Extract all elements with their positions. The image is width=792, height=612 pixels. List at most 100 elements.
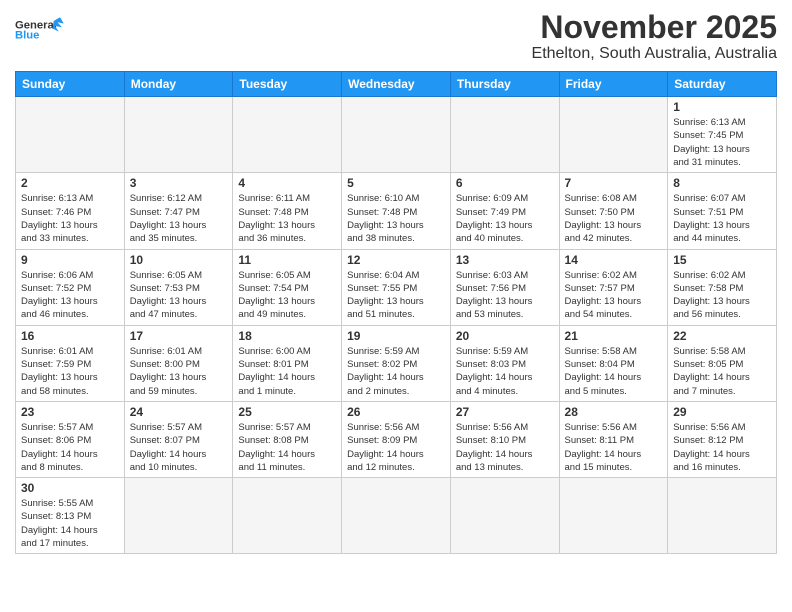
calendar-cell: 3 Sunrise: 6:12 AMSunset: 7:47 PMDaylight… [124,173,233,249]
day-number: 23 [21,405,119,419]
calendar-cell: 11 Sunrise: 6:05 AMSunset: 7:54 PMDayligh… [233,249,342,325]
day-number: 3 [130,176,228,190]
day-number: 16 [21,329,119,343]
calendar-day-header: Friday [559,72,668,97]
day-info: Sunrise: 6:08 AMSunset: 7:50 PMDaylight:… [565,192,663,245]
calendar-cell [16,97,125,173]
day-number: 5 [347,176,445,190]
day-number: 13 [456,253,554,267]
calendar-cell [124,478,233,554]
calendar-cell: 19Sunrise: 5:59 AMSunset: 8:02 PMDayligh… [342,325,451,401]
calendar-day-header: Monday [124,72,233,97]
day-info: Sunrise: 5:58 AMSunset: 8:05 PMDaylight:… [673,345,771,398]
calendar-cell: 16 Sunrise: 6:01 AMSunset: 7:59 PMDayligh… [16,325,125,401]
calendar-cell: 2Sunrise: 6:13 AMSunset: 7:46 PMDaylight… [16,173,125,249]
calendar-cell [233,478,342,554]
day-number: 19 [347,329,445,343]
day-number: 6 [456,176,554,190]
day-info: Sunrise: 5:56 AMSunset: 8:11 PMDaylight:… [565,421,663,474]
day-number: 29 [673,405,771,419]
day-number: 26 [347,405,445,419]
calendar-day-header: Sunday [16,72,125,97]
day-info: Sunrise: 6:10 AMSunset: 7:48 PMDaylight:… [347,192,445,245]
calendar-cell: 8 Sunrise: 6:07 AMSunset: 7:51 PMDaylight… [668,173,777,249]
logo: General Blue [15,15,65,45]
calendar-cell: 14Sunrise: 6:02 AMSunset: 7:57 PMDayligh… [559,249,668,325]
calendar-cell: 21 Sunrise: 5:58 AMSunset: 8:04 PMDayligh… [559,325,668,401]
day-info: Sunrise: 6:03 AMSunset: 7:56 PMDaylight:… [456,269,554,322]
calendar-cell: 26 Sunrise: 5:56 AMSunset: 8:09 PMDayligh… [342,401,451,477]
calendar-cell: 17 Sunrise: 6:01 AMSunset: 8:00 PMDayligh… [124,325,233,401]
page-header: General Blue November 2025 Ethelton, Sou… [15,10,777,63]
day-info: Sunrise: 6:05 AMSunset: 7:54 PMDaylight:… [238,269,336,322]
day-info: Sunrise: 6:07 AMSunset: 7:51 PMDaylight:… [673,192,771,245]
day-number: 15 [673,253,771,267]
logo-icon: General Blue [15,15,65,45]
calendar-day-header: Saturday [668,72,777,97]
day-info: Sunrise: 6:01 AMSunset: 8:00 PMDaylight:… [130,345,228,398]
calendar-cell: 20 Sunrise: 5:59 AMSunset: 8:03 PMDayligh… [450,325,559,401]
calendar-cell [233,97,342,173]
calendar-day-header: Thursday [450,72,559,97]
day-info: Sunrise: 5:57 AMSunset: 8:06 PMDaylight:… [21,421,119,474]
day-info: Sunrise: 6:13 AMSunset: 7:45 PMDaylight:… [673,116,771,169]
day-info: Sunrise: 6:12 AMSunset: 7:47 PMDaylight:… [130,192,228,245]
calendar-cell: 12Sunrise: 6:04 AMSunset: 7:55 PMDayligh… [342,249,451,325]
day-number: 4 [238,176,336,190]
calendar-cell: 23 Sunrise: 5:57 AMSunset: 8:06 PMDayligh… [16,401,125,477]
day-number: 18 [238,329,336,343]
calendar-cell: 22 Sunrise: 5:58 AMSunset: 8:05 PMDayligh… [668,325,777,401]
day-info: Sunrise: 5:55 AMSunset: 8:13 PMDaylight:… [21,497,119,550]
day-info: Sunrise: 5:56 AMSunset: 8:12 PMDaylight:… [673,421,771,474]
day-info: Sunrise: 5:57 AMSunset: 8:07 PMDaylight:… [130,421,228,474]
day-number: 11 [238,253,336,267]
calendar-day-header: Tuesday [233,72,342,97]
day-info: Sunrise: 6:01 AMSunset: 7:59 PMDaylight:… [21,345,119,398]
calendar-cell [559,478,668,554]
calendar-cell: 24 Sunrise: 5:57 AMSunset: 8:07 PMDayligh… [124,401,233,477]
calendar-cell [668,478,777,554]
day-number: 9 [21,253,119,267]
calendar-cell: 29 Sunrise: 5:56 AMSunset: 8:12 PMDayligh… [668,401,777,477]
day-info: Sunrise: 5:59 AMSunset: 8:03 PMDaylight:… [456,345,554,398]
calendar-cell: 4 Sunrise: 6:11 AMSunset: 7:48 PMDaylight… [233,173,342,249]
day-number: 20 [456,329,554,343]
calendar-cell [342,97,451,173]
calendar-cell: 28Sunrise: 5:56 AMSunset: 8:11 PMDayligh… [559,401,668,477]
day-info: Sunrise: 5:56 AMSunset: 8:09 PMDaylight:… [347,421,445,474]
day-info: Sunrise: 6:06 AMSunset: 7:52 PMDaylight:… [21,269,119,322]
day-info: Sunrise: 6:11 AMSunset: 7:48 PMDaylight:… [238,192,336,245]
title-block: November 2025 Ethelton, South Australia,… [532,10,777,63]
day-info: Sunrise: 6:04 AMSunset: 7:55 PMDaylight:… [347,269,445,322]
calendar-cell: 25Sunrise: 5:57 AMSunset: 8:08 PMDayligh… [233,401,342,477]
day-number: 17 [130,329,228,343]
calendar-cell [559,97,668,173]
calendar-day-header: Wednesday [342,72,451,97]
calendar-cell: 9 Sunrise: 6:06 AMSunset: 7:52 PMDaylight… [16,249,125,325]
page-title: November 2025 [532,10,777,45]
day-number: 21 [565,329,663,343]
calendar-cell [342,478,451,554]
day-number: 8 [673,176,771,190]
day-info: Sunrise: 6:00 AMSunset: 8:01 PMDaylight:… [238,345,336,398]
calendar-cell: 15 Sunrise: 6:02 AMSunset: 7:58 PMDayligh… [668,249,777,325]
day-number: 10 [130,253,228,267]
day-number: 30 [21,481,119,495]
calendar-table: SundayMondayTuesdayWednesdayThursdayFrid… [15,71,777,554]
day-number: 24 [130,405,228,419]
calendar-cell: 13 Sunrise: 6:03 AMSunset: 7:56 PMDayligh… [450,249,559,325]
calendar-cell: 30 Sunrise: 5:55 AMSunset: 8:13 PMDayligh… [16,478,125,554]
calendar-cell: 7 Sunrise: 6:08 AMSunset: 7:50 PMDaylight… [559,173,668,249]
page-subtitle: Ethelton, South Australia, Australia [532,45,777,63]
day-info: Sunrise: 5:58 AMSunset: 8:04 PMDaylight:… [565,345,663,398]
day-number: 7 [565,176,663,190]
calendar-cell [450,97,559,173]
day-info: Sunrise: 6:02 AMSunset: 7:58 PMDaylight:… [673,269,771,322]
svg-text:Blue: Blue [15,29,39,41]
day-number: 22 [673,329,771,343]
day-number: 25 [238,405,336,419]
day-number: 27 [456,405,554,419]
calendar-cell: 6Sunrise: 6:09 AMSunset: 7:49 PMDaylight… [450,173,559,249]
day-info: Sunrise: 6:13 AMSunset: 7:46 PMDaylight:… [21,192,119,245]
calendar-cell [124,97,233,173]
